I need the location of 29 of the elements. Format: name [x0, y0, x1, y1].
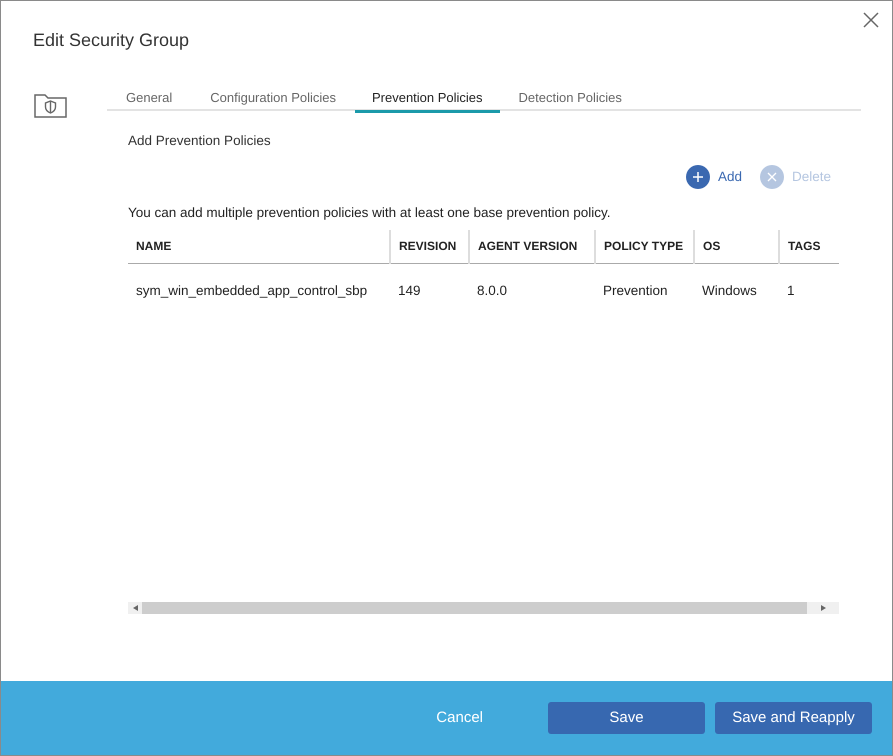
table-cell: Windows — [694, 264, 779, 318]
table-cell: Prevention — [595, 264, 694, 318]
section-title: Add Prevention Policies — [128, 132, 272, 150]
table-cell: 1 — [779, 264, 839, 318]
save-and-reapply-button[interactable]: Save and Reapply — [715, 702, 872, 734]
column-header[interactable]: POLICY TYPE — [595, 230, 694, 264]
horizontal-scrollbar[interactable] — [128, 602, 839, 614]
close-icon — [766, 172, 777, 182]
table-cell: 149 — [390, 264, 469, 318]
save-button[interactable]: Save — [548, 702, 705, 734]
tab[interactable]: Configuration Policies — [191, 84, 355, 111]
folder-shield-icon — [34, 92, 67, 118]
tab[interactable]: Prevention Policies — [354, 84, 500, 113]
add-button[interactable]: Add — [686, 165, 742, 190]
column-header[interactable]: AGENT VERSION — [469, 230, 595, 264]
scroll-right-icon[interactable] — [820, 604, 826, 610]
column-header[interactable]: TAGS — [779, 230, 839, 264]
column-header[interactable]: OS — [694, 230, 779, 264]
scroll-left-icon[interactable] — [132, 604, 138, 610]
table-cell: 8.0.0 — [469, 264, 595, 318]
column-header[interactable]: REVISION — [390, 230, 469, 264]
hint-text: You can add multiple prevention policies with at least one base prevention policy. — [128, 204, 612, 222]
tab[interactable]: Detection Policies — [500, 84, 641, 111]
table-cell: sym_win_embedded_app_control_sbp — [128, 264, 390, 318]
plus-icon — [692, 172, 703, 182]
column-header[interactable]: NAME — [128, 230, 390, 264]
tab[interactable]: General — [107, 84, 192, 111]
close-icon[interactable] — [862, 11, 880, 29]
dialog-title: Edit Security Group — [33, 29, 190, 52]
